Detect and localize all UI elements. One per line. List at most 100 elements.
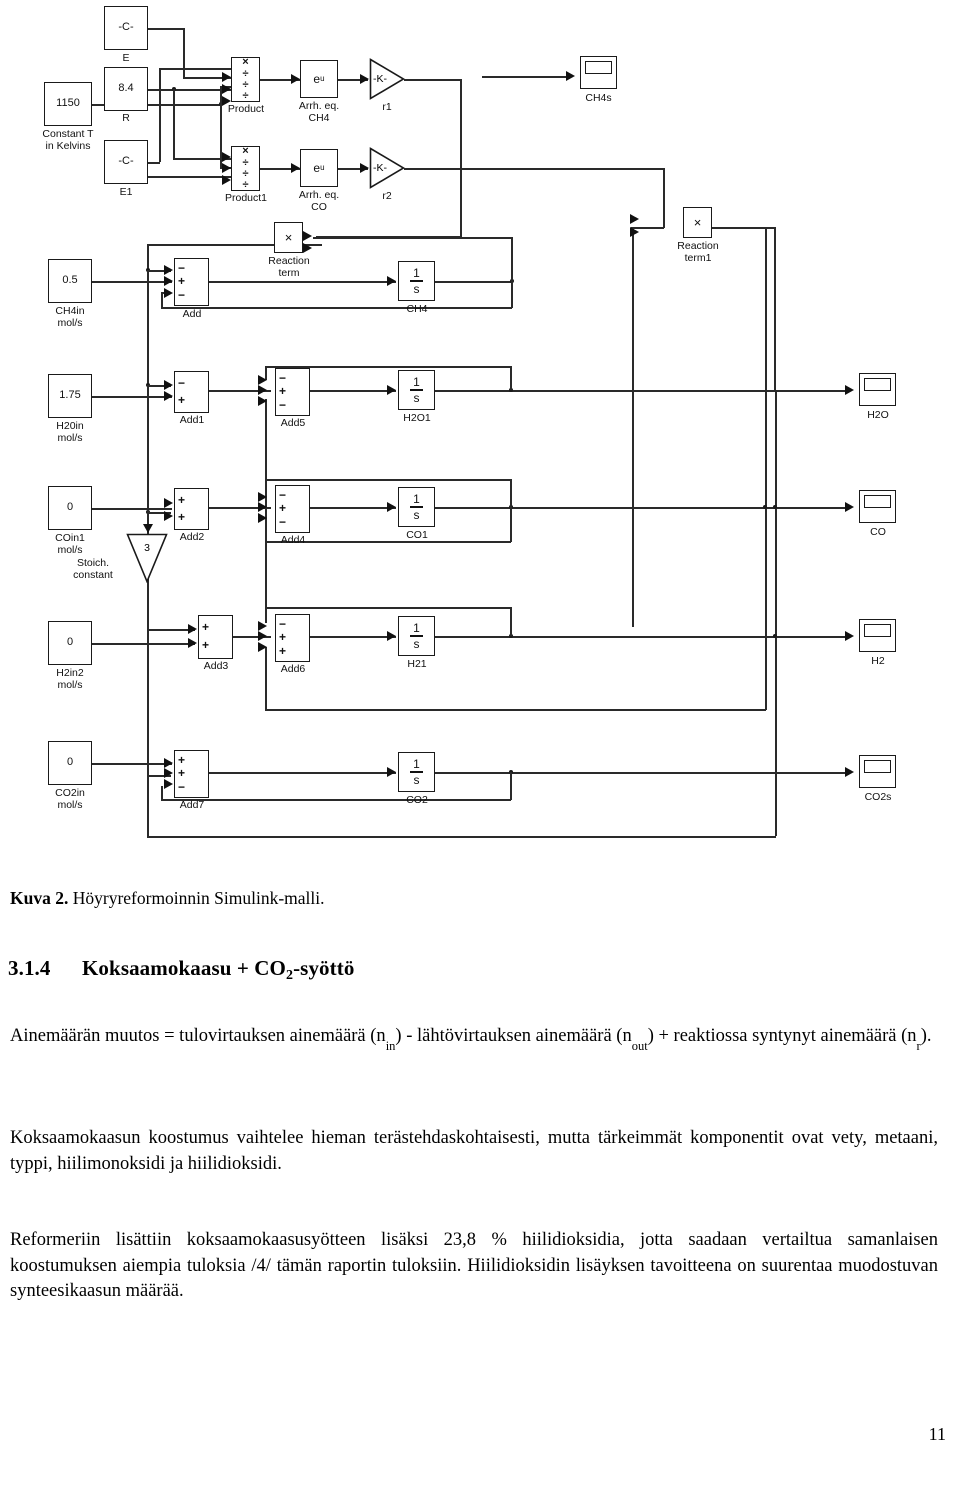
- ch4in-label: CH4in mol/s: [55, 305, 85, 330]
- sum-block-add1[interactable]: − +: [174, 371, 209, 413]
- int-co1-num: 1: [413, 491, 420, 506]
- const-block-E1[interactable]: -C-: [104, 140, 148, 184]
- const-block-E[interactable]: -C-: [104, 6, 148, 50]
- int-h21-num: 1: [413, 620, 420, 635]
- integrator-block-co1[interactable]: 1 s: [398, 487, 435, 527]
- scope-block-co[interactable]: [859, 490, 896, 523]
- arrow-into-stoich: [143, 524, 153, 533]
- page-number: 11: [928, 1424, 946, 1444]
- add6-signs: − + +: [279, 616, 287, 658]
- scope-block-h2[interactable]: [859, 619, 896, 652]
- arrh-co-value: e: [313, 160, 321, 175]
- arrow-into-product1: [222, 175, 231, 185]
- arrow-into-add7: [164, 758, 173, 768]
- scope-h2o-label: H2O: [867, 409, 889, 421]
- reaction-term-label: Reaction term: [268, 255, 310, 280]
- add7-signs: + + −: [178, 752, 186, 794]
- arrow-into-add3: [188, 638, 197, 648]
- integrator-block-h2o1[interactable]: 1 s: [398, 370, 435, 410]
- paragraph-coke-gas-composition: Koksaamokaasun koostumus vaihtelee hiema…: [10, 1128, 938, 1174]
- add3-signs: + +: [202, 620, 210, 653]
- arrow-into-add5: [258, 396, 267, 406]
- reaction-term-block[interactable]: ×: [274, 222, 303, 253]
- sum-block-add6[interactable]: − + +: [275, 614, 310, 662]
- const-block-coin1[interactable]: 0: [48, 486, 92, 530]
- arrow-into-add2: [164, 498, 173, 508]
- const-block-ch4in[interactable]: 0.5: [48, 259, 92, 303]
- arrow-into-add4: [258, 513, 267, 523]
- sum-block-add5[interactable]: − + −: [275, 368, 310, 416]
- add1-signs: − +: [178, 375, 186, 407]
- arrow-into-add5: [258, 385, 267, 395]
- arrh-ch4-value: e: [313, 71, 321, 86]
- p1-part-c: ) + reaktiossa syntynyt ainemäärä (n: [647, 1026, 917, 1046]
- const-block-T[interactable]: 1150: [44, 82, 92, 126]
- sum-block-add3[interactable]: + +: [198, 615, 233, 659]
- co2in-value: 0: [66, 756, 74, 769]
- arrow-into-reaction-term1: [630, 214, 639, 224]
- add2-label: Add2: [179, 531, 205, 543]
- sum-block-add2[interactable]: + +: [174, 488, 209, 530]
- section-title-b: -syöttö: [293, 956, 355, 980]
- reaction-term1-label: Reaction term1: [677, 240, 719, 265]
- int-ch4-label: CH4: [406, 303, 428, 315]
- arrow-into-product: [222, 84, 231, 94]
- const-R-value: 8.4: [118, 82, 134, 95]
- const-E-value: -C-: [118, 21, 134, 34]
- gain-block-r1[interactable]: -K-: [369, 58, 405, 100]
- reaction-term-value: ×: [284, 229, 293, 245]
- arrh-co-exponent: u: [320, 162, 325, 172]
- reaction-term1-block[interactable]: ×: [683, 207, 712, 238]
- arrow-into-int-co2: [387, 767, 396, 777]
- arrh-eq-co-block[interactable]: eu: [300, 149, 338, 187]
- product-block[interactable]: × ÷ ÷ ÷: [231, 56, 260, 102]
- product1-label: Product1: [224, 192, 268, 204]
- arrow-into-add5: [258, 375, 267, 385]
- integrator-block-co2[interactable]: 1 s: [398, 752, 435, 792]
- const-block-R[interactable]: 8.4: [104, 67, 148, 111]
- gain-block-stoich[interactable]: 3: [126, 533, 168, 583]
- p1-part-a: Ainemäärän muutos = tulovirtauksen ainem…: [10, 1026, 386, 1046]
- arrow-into-product: [222, 72, 231, 82]
- arrow-into-scope-co2s: [845, 767, 854, 777]
- scope-block-h2o[interactable]: [859, 373, 896, 406]
- arrow-into-add7: [164, 779, 173, 789]
- figure-caption-label: Kuva 2.: [10, 888, 69, 908]
- arrow-into-scope-ch4s: [566, 71, 575, 81]
- int-ch4-den: s: [413, 281, 420, 296]
- arrow-into-add6: [258, 642, 267, 652]
- scope-block-co2s[interactable]: [859, 755, 896, 788]
- sum-block-add[interactable]: − + −: [174, 258, 209, 306]
- p1-part-d: ).: [920, 1026, 932, 1046]
- co2in-label: CO2in mol/s: [55, 787, 85, 812]
- arrow-into-add: [164, 265, 173, 275]
- int-co2-num: 1: [413, 756, 420, 771]
- gain-r1-value: -K-: [373, 73, 387, 85]
- scope-block-ch4s[interactable]: [580, 56, 617, 89]
- arrow-into-add7: [164, 768, 173, 778]
- arrow-into-add6: [258, 631, 267, 641]
- product1-block[interactable]: × ÷ ÷ ÷: [231, 145, 260, 191]
- add4-signs: − + −: [279, 487, 287, 529]
- scope-co2s-label: CO2s: [864, 791, 892, 803]
- integrator-block-ch4[interactable]: 1 s: [398, 261, 435, 301]
- gain-r2-label: r2: [382, 190, 392, 202]
- scope-screen-icon: [585, 61, 612, 74]
- sum-block-add7[interactable]: + + −: [174, 750, 209, 798]
- gain-block-r2[interactable]: -K-: [369, 147, 405, 189]
- arrh-eq-ch4-block[interactable]: eu: [300, 60, 338, 98]
- int-h21-den: s: [413, 636, 420, 651]
- arrh-eq-ch4-label: Arrh. eq. CH4: [298, 100, 340, 125]
- const-block-co2in[interactable]: 0: [48, 741, 92, 785]
- const-block-h2in2[interactable]: 0: [48, 621, 92, 665]
- arrow-into-int-h2o1: [387, 385, 396, 395]
- figure-caption-text: Höyryreformoinnin Simulink-malli.: [68, 888, 325, 908]
- const-R-label: R: [122, 112, 130, 124]
- arrow-into-add4: [258, 492, 267, 502]
- reaction-term1-value: ×: [693, 214, 702, 230]
- arrow-into-product1: [222, 163, 231, 173]
- integrator-block-h21[interactable]: 1 s: [398, 616, 435, 656]
- add7-label: Add7: [179, 799, 205, 811]
- sum-block-add4[interactable]: − + −: [275, 485, 310, 533]
- const-block-h2oin[interactable]: 1.75: [48, 374, 92, 418]
